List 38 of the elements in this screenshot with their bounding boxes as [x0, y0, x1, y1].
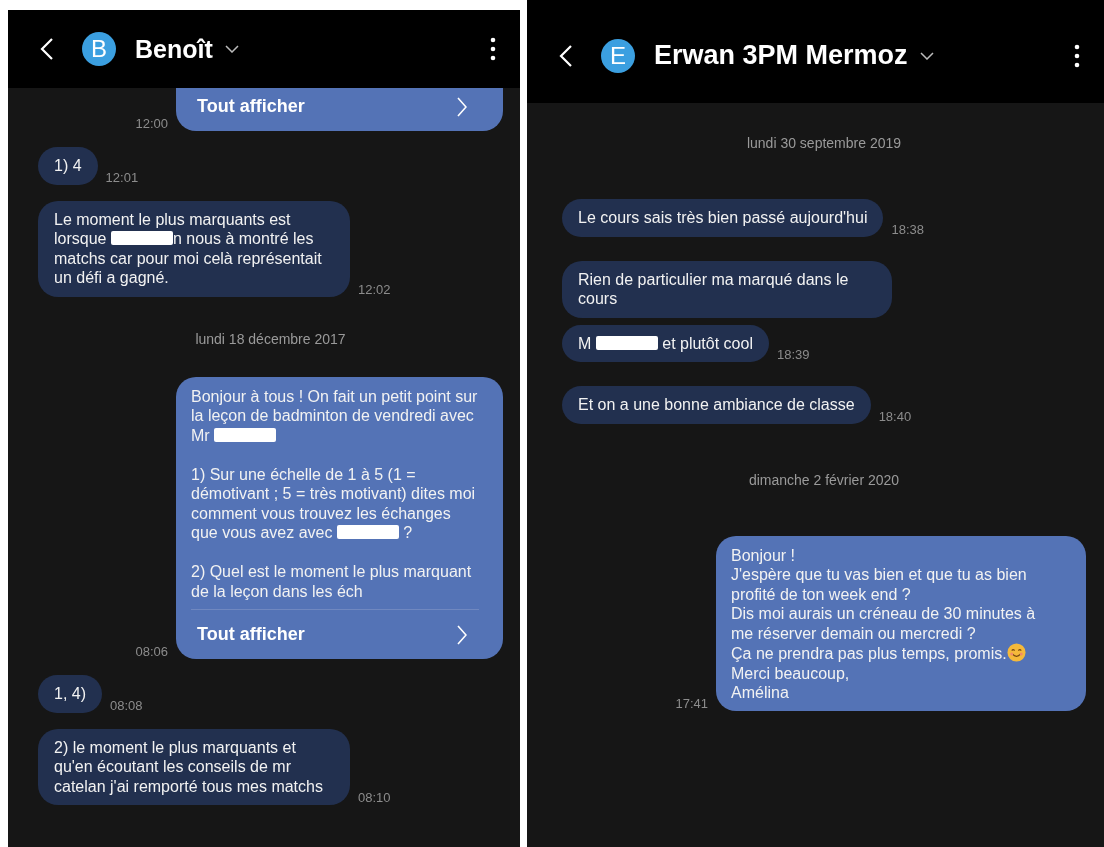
- chevron-down-icon[interactable]: [919, 51, 934, 60]
- date-separator: lundi 18 décembre 2017: [194, 329, 347, 349]
- message-time: 18:40: [878, 408, 912, 424]
- more-options-icon[interactable]: [490, 37, 496, 61]
- message-time: 12:01: [105, 169, 139, 185]
- message-time: 18:38: [891, 221, 924, 237]
- show-all-button[interactable]: Tout afficher: [191, 609, 479, 651]
- message-text: M et plutôt cool: [578, 333, 753, 353]
- message-text: Le moment le plus marquants est lorsque n nous à montré les matchs car pour moi celà représentait un défi a gagné.: [54, 209, 323, 288]
- contact-name[interactable]: Benoît: [135, 34, 213, 64]
- chevron-right-icon: [457, 96, 467, 117]
- chevron-down-icon[interactable]: [224, 45, 239, 53]
- contact-avatar[interactable]: B: [82, 32, 116, 66]
- message-time: 17:41: [675, 695, 708, 711]
- message-text: Et on a une bonne ambiance de classe: [578, 395, 855, 415]
- chevron-right-icon: [457, 624, 467, 645]
- show-all-button[interactable]: Tout afficher: [191, 88, 479, 123]
- contact-avatar[interactable]: E: [601, 38, 635, 73]
- back-icon[interactable]: [559, 43, 573, 68]
- message-text: Bonjour à tous ! On fait un petit point sur la leçon de badminton de vendredi avec Mr 1) Sur une échelle de 1 à 5 (1 = démotivant ; 5 = très motivant) dites moi comment vous trouvez les échanges que vous avez avec ? 2) Quel est le moment le plus marquant de la leçon dans les éch: [191, 386, 479, 601]
- back-icon[interactable]: [40, 37, 54, 61]
- date-separator: lundi 30 septembre 2019: [745, 134, 903, 153]
- date-separator: dimanche 2 février 2020: [747, 470, 901, 490]
- message-time: 12:00: [135, 116, 168, 131]
- message-time: 08:08: [110, 697, 143, 713]
- smiling-face-icon: [1006, 643, 1026, 662]
- message-text: 1, 4): [54, 684, 86, 704]
- message-text: 2) le moment le plus marquants et qu'en écoutant les conseils de mr catelan j'ai remporté tous mes matchs: [54, 737, 324, 796]
- message-time: 12:02: [358, 281, 391, 297]
- message-text: 1) 4: [54, 156, 82, 176]
- message-time: 18:39: [776, 347, 810, 362]
- contact-name[interactable]: Erwan 3PM Mermoz: [654, 40, 908, 71]
- message-time: 08:10: [358, 790, 391, 805]
- message-time: 08:06: [135, 644, 168, 659]
- message-text: Le cours sais très bien passé aujourd'hui: [578, 208, 868, 228]
- message-text: Rien de particulier ma marqué dans le cours: [578, 269, 850, 309]
- more-options-icon[interactable]: [1074, 43, 1080, 68]
- message-text: Bonjour ! J'espère que tu vas bien et que tu as bien profité de ton week end ? Dis moi aurais un créneau de 30 minutes à me réserver demain ou mercredi ? Ça ne prendra pas plus temps, promis. Merci beaucoup, Amélina: [731, 545, 1037, 703]
